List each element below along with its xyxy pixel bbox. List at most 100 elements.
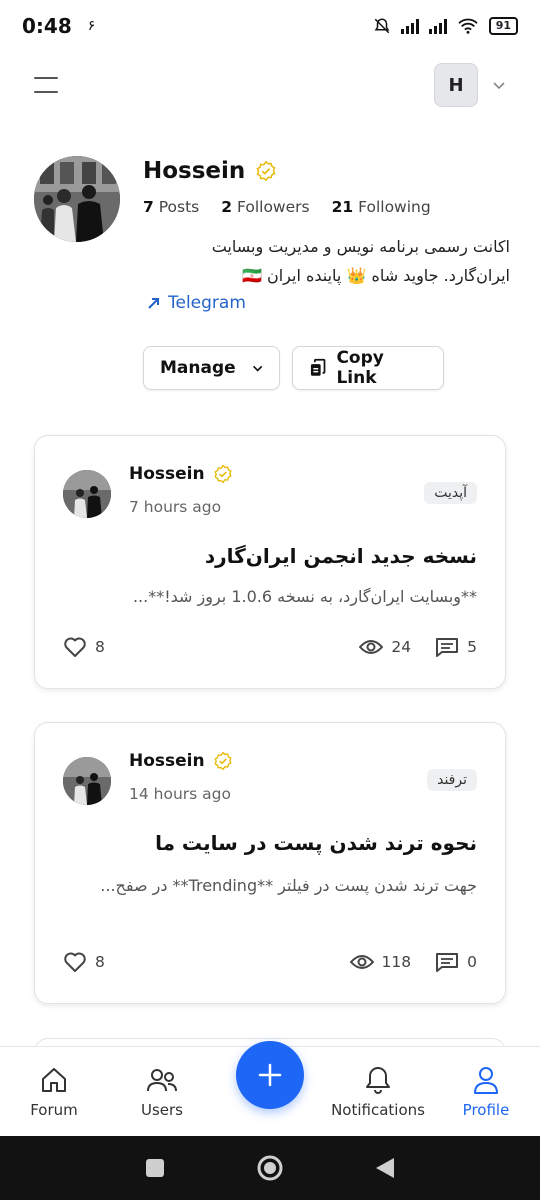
nav-notifications-label: Notifications: [331, 1101, 425, 1119]
manage-button[interactable]: Manage: [143, 346, 280, 390]
like-button[interactable]: 8: [63, 951, 105, 973]
signal-icon-2: [428, 18, 447, 34]
menu-icon[interactable]: [34, 77, 58, 93]
manage-label: Manage: [160, 358, 236, 378]
post-card[interactable]: Hossein 7 hours ago آپدیت نسخه جدید انجم…: [34, 435, 506, 689]
post-author-name: Hossein: [129, 751, 205, 771]
post-author-name: Hossein: [129, 464, 205, 484]
chevron-down-icon[interactable]: [492, 80, 506, 90]
profile-stats: 7 Posts 2 Followers 21 Following: [143, 198, 431, 216]
nav-users-label: Users: [140, 1101, 183, 1119]
comments-stat[interactable]: 0: [435, 952, 477, 972]
post-excerpt: **وبسایت ایران‌گارد، به نسخه 1.0.6 بروز …: [132, 587, 477, 606]
copy-icon: [310, 358, 326, 376]
profile-actions: Manage Copy Link: [143, 346, 444, 390]
post-author[interactable]: Hossein: [129, 464, 233, 484]
create-post-button[interactable]: [236, 1041, 304, 1109]
heart-icon: [64, 952, 86, 972]
bottom-nav: Forum Users Notifications Profile: [0, 1041, 540, 1136]
post-author[interactable]: Hossein: [129, 751, 233, 771]
profile-avatar[interactable]: [34, 156, 120, 242]
profile-name: Hossein: [143, 158, 246, 184]
chevron-down-icon: [252, 365, 262, 372]
app-header: H: [0, 52, 540, 118]
back-icon[interactable]: [374, 1156, 396, 1180]
profile-name-row: Hossein: [143, 158, 277, 184]
status-extra: ۶: [87, 18, 96, 34]
bio-line-1: اکانت رسمی برنامه نویس و مدیریت وبسایت: [211, 237, 510, 256]
followers-label: Followers: [236, 198, 310, 216]
copy-link-button[interactable]: Copy Link: [292, 346, 444, 390]
followers-count: 2: [221, 198, 233, 216]
posts-stat[interactable]: 7 Posts: [143, 198, 199, 216]
status-bar: 0:48 ۶ 91: [0, 0, 540, 52]
posts-label: Posts: [158, 198, 200, 216]
post-footer: 8 24 5: [63, 636, 477, 658]
home-circle-icon[interactable]: [256, 1154, 284, 1182]
wifi-icon: [458, 18, 478, 34]
nav-users[interactable]: Users: [138, 1065, 186, 1119]
post-author-avatar[interactable]: [63, 470, 111, 518]
following-count: 21: [331, 198, 354, 216]
bell-icon: [366, 1067, 390, 1094]
verified-icon: [214, 464, 232, 484]
plus-icon: [258, 1063, 282, 1087]
nav-profile[interactable]: Profile: [462, 1065, 510, 1119]
post-card[interactable]: Hossein 14 hours ago ترفند نحوه ترند شدن…: [34, 722, 506, 1004]
following-stat[interactable]: 21 Following: [332, 198, 431, 216]
status-icons: 91: [373, 17, 518, 35]
views-stat: 118: [349, 953, 412, 971]
recents-icon[interactable]: [144, 1157, 166, 1179]
post-author-avatar[interactable]: [63, 757, 111, 805]
verified-icon: [214, 751, 232, 771]
like-count: 8: [95, 638, 105, 656]
comment-count: 0: [467, 953, 477, 971]
followers-stat[interactable]: 2 Followers: [221, 198, 309, 216]
post-tag[interactable]: آپدیت: [424, 482, 477, 504]
view-count: 24: [391, 638, 412, 656]
comment-count: 5: [467, 638, 477, 656]
comment-icon: [436, 953, 459, 972]
signal-icon: [400, 18, 419, 34]
nav-forum[interactable]: Forum: [30, 1065, 78, 1119]
bio-line-2: ایران‌گارد. جاوید شاه 👑 پاینده ایران 🇮🇷: [241, 266, 510, 285]
comments-stat[interactable]: 5: [435, 637, 477, 657]
telegram-label: Telegram: [168, 293, 246, 313]
post-stats: 118 0: [349, 952, 477, 972]
comment-icon: [436, 638, 459, 657]
post-title[interactable]: نسخه جدید انجمن ایران‌گارد: [57, 544, 477, 568]
like-count: 8: [95, 953, 105, 971]
post-time: 7 hours ago: [129, 498, 222, 516]
profile-bio: اکانت رسمی برنامه نویس و مدیریت وبسایت ا…: [110, 232, 510, 290]
post-time: 14 hours ago: [129, 785, 231, 803]
nav-profile-label: Profile: [462, 1101, 510, 1119]
verified-icon: [256, 160, 276, 182]
nav-forum-label: Forum: [30, 1101, 78, 1119]
nav-notifications[interactable]: Notifications: [331, 1065, 425, 1119]
home-icon: [42, 1068, 66, 1092]
account-switcher[interactable]: H: [434, 63, 506, 107]
avatar-button[interactable]: H: [434, 63, 478, 107]
telegram-icon: [148, 298, 159, 309]
profile-icon: [474, 1067, 498, 1094]
eye-icon: [349, 955, 374, 969]
like-button[interactable]: 8: [63, 636, 105, 658]
following-label: Following: [358, 198, 431, 216]
mute-icon: [374, 18, 390, 34]
posts-count: 7: [143, 198, 154, 216]
status-time: 0:48: [22, 14, 72, 38]
eye-icon: [359, 640, 384, 654]
views-stat: 24: [359, 638, 411, 656]
users-icon: [147, 1069, 177, 1092]
post-tag[interactable]: ترفند: [427, 769, 477, 791]
telegram-link[interactable]: Telegram: [146, 293, 246, 313]
copy-link-label: Copy Link: [336, 348, 384, 388]
view-count: 118: [381, 953, 412, 971]
system-nav-bar: [0, 1136, 540, 1200]
heart-icon: [64, 637, 86, 657]
post-title[interactable]: نحوه ترند شدن پست در سایت ما: [57, 831, 477, 855]
post-footer: 8 118 0: [63, 951, 477, 973]
battery-indicator: 91: [488, 17, 518, 35]
post-excerpt: جهت ترند شدن پست در فیلتر **Trending** د…: [100, 876, 477, 895]
post-stats: 24 5: [359, 637, 477, 657]
